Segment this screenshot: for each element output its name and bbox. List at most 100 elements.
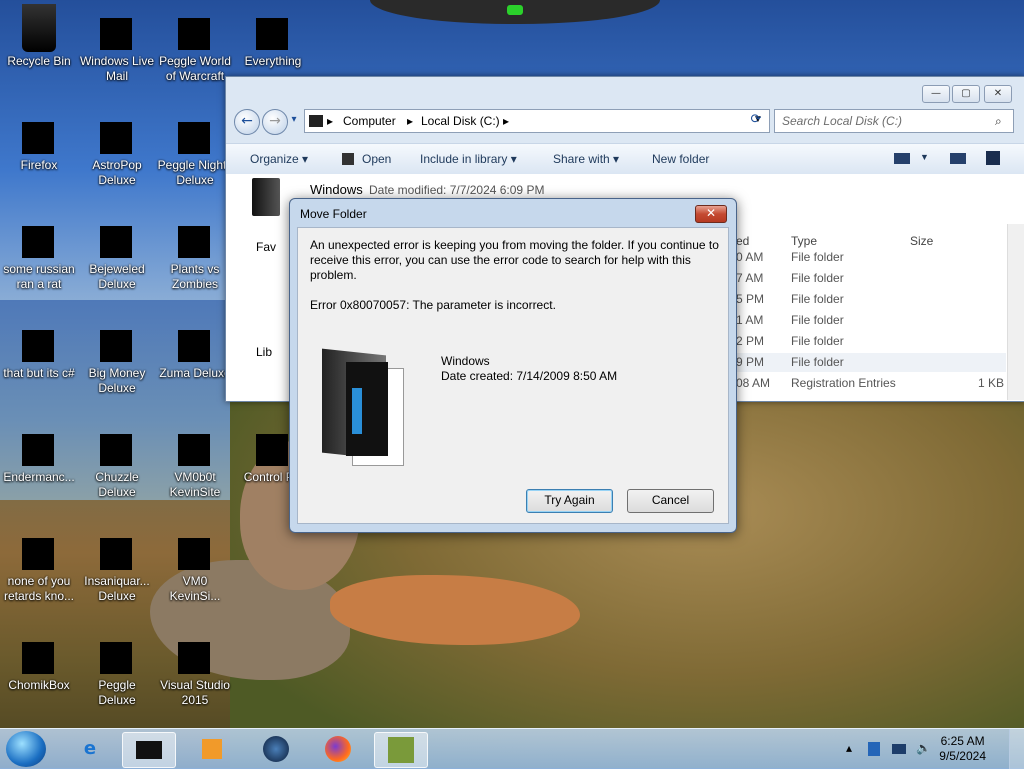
address-row: ← → ▾ ▸ Computer ▸ Local Disk (C:) ▸ ▼ ⟳… <box>234 107 1018 135</box>
program-icon <box>171 524 219 572</box>
item-name: Windows <box>441 354 490 368</box>
preview-pane-icon[interactable] <box>950 153 966 164</box>
program-icon <box>15 316 63 364</box>
cancel-button[interactable]: Cancel <box>627 489 714 513</box>
table-row[interactable]: 5 PM File folder <box>726 290 1006 309</box>
desktop-icon[interactable]: VM0b0t KevinSite <box>156 420 234 500</box>
volume-icon[interactable]: 🔈 <box>916 741 931 755</box>
table-row[interactable]: 9 PM File folder <box>726 353 1006 372</box>
back-button[interactable]: ← <box>234 109 260 135</box>
nav-libraries[interactable]: Lib <box>256 345 272 359</box>
chomikbox-icon <box>15 628 63 676</box>
cell-type: File folder <box>791 250 844 264</box>
desktop-icon-label: that but its c# <box>3 366 75 380</box>
search-input[interactable]: Search Local Disk (C:) ⌕ <box>774 109 1014 133</box>
column-type[interactable]: Type <box>791 234 817 248</box>
desktop-icon[interactable]: Bejeweled Deluxe <box>78 212 156 292</box>
cell-date: 0 AM <box>736 250 764 264</box>
share-with-menu[interactable]: Share with ▾ <box>553 152 619 166</box>
desktop-icon-label: some russian ran a rat <box>3 262 75 291</box>
desktop-icon-label: ChomikBox <box>8 678 70 692</box>
minimize-button[interactable]: — <box>922 85 950 103</box>
desktop-icon[interactable]: AstroPop Deluxe <box>78 108 156 188</box>
column-date[interactable]: ed <box>736 234 749 248</box>
desktop-icon[interactable]: ChomikBox <box>0 628 78 693</box>
table-row[interactable]: 08 AM Registration Entries 1 KB <box>726 374 1006 393</box>
details-item-name: Windows <box>310 182 363 197</box>
desktop-icon[interactable]: Everything <box>234 4 312 69</box>
desktop-icon[interactable]: some russian ran a rat <box>0 212 78 292</box>
vertical-scrollbar[interactable] <box>1007 224 1024 400</box>
help-icon[interactable] <box>986 151 1000 165</box>
pvz-icon <box>171 212 219 260</box>
desktop-icon-label: none of you retards kno... <box>3 574 75 603</box>
desktop-icon[interactable]: VM0 KevinSi... <box>156 524 234 604</box>
cell-type: File folder <box>791 271 844 285</box>
open-button[interactable]: Open <box>362 152 391 166</box>
breadcrumb-local-disk[interactable]: Local Disk (C:) <box>421 114 500 128</box>
desktop-icon-label: Firefox <box>20 158 58 172</box>
desktop-icon[interactable]: Zuma Deluxe <box>156 316 234 381</box>
table-row[interactable]: 2 PM File folder <box>726 332 1006 351</box>
media-player-icon[interactable] <box>186 732 238 766</box>
clock[interactable]: 6:25 AM 9/5/2024 <box>939 734 986 764</box>
desktop-icon[interactable]: Insaniquar... Deluxe <box>78 524 156 604</box>
include-in-library-menu[interactable]: Include in library ▾ <box>420 152 517 166</box>
cell-type: File folder <box>791 334 844 348</box>
internet-explorer-icon[interactable]: e <box>64 732 116 766</box>
desktop-icon[interactable]: Plants vs Zombies <box>156 212 234 292</box>
visual-studio-icon <box>171 628 219 676</box>
start-button[interactable] <box>6 731 46 767</box>
cell-type: Registration Entries <box>791 376 896 390</box>
organize-menu[interactable]: Organize ▾ <box>250 152 308 166</box>
desktop-icon[interactable]: Chuzzle Deluxe <box>78 420 156 500</box>
bigmoney-icon <box>93 316 141 364</box>
dialog-close-button[interactable]: ✕ <box>695 205 727 223</box>
column-size[interactable]: Size <box>910 234 933 248</box>
desktop-icon[interactable]: Windows Live Mail <box>78 4 156 84</box>
network-tray-icon[interactable] <box>868 742 880 756</box>
table-row[interactable]: 0 AM File folder <box>726 248 1006 267</box>
view-icon[interactable] <box>894 153 910 164</box>
program-icon <box>15 420 63 468</box>
show-desktop-button[interactable] <box>1009 729 1024 769</box>
table-row[interactable]: 7 AM File folder <box>726 269 1006 288</box>
desktop-icon[interactable]: Endermanc... <box>0 420 78 485</box>
dialog-title: Move Folder <box>300 207 367 221</box>
desktop-icon[interactable]: Big Money Deluxe <box>78 316 156 396</box>
nav-favorites[interactable]: Fav <box>256 240 276 254</box>
table-row[interactable]: 1 AM File folder <box>726 311 1006 330</box>
desktop-icon-label: Peggle Nights Deluxe <box>157 158 233 187</box>
try-again-button[interactable]: Try Again <box>526 489 613 513</box>
desktop-icon[interactable]: Recycle Bin <box>0 4 78 69</box>
desktop-icon-label: Zuma Deluxe <box>159 366 231 380</box>
recent-pages-icon[interactable]: ▾ <box>288 109 300 133</box>
new-folder-button[interactable]: New folder <box>652 152 709 166</box>
cell-type: File folder <box>791 292 844 306</box>
show-hidden-icons-icon[interactable]: ▴ <box>846 741 852 755</box>
desktop-icon[interactable]: Visual Studio 2015 <box>156 628 234 708</box>
firefox-icon[interactable] <box>312 732 364 766</box>
globe-icon[interactable] <box>250 732 302 766</box>
chomikbox-icon[interactable] <box>374 732 428 768</box>
desktop-icon[interactable]: Peggle Nights Deluxe <box>156 108 234 188</box>
close-button[interactable]: ✕ <box>984 85 1012 103</box>
address-bar[interactable]: ▸ Computer ▸ Local Disk (C:) ▸ ▼ <box>304 109 770 133</box>
search-placeholder: Search Local Disk (C:) <box>782 114 903 128</box>
desktop-icon[interactable]: that but its c# <box>0 316 78 381</box>
desktop-icon[interactable]: Firefox <box>0 108 78 173</box>
breadcrumb-computer[interactable]: Computer <box>343 114 396 128</box>
peggle-icon <box>171 108 219 156</box>
desktop-icon-label: AstroPop Deluxe <box>92 158 142 187</box>
explorer-icon[interactable] <box>122 732 176 768</box>
desktop-icon[interactable]: Peggle World of Warcraft <box>156 4 234 84</box>
desktop-icon[interactable]: Peggle Deluxe <box>78 628 156 708</box>
cell-date: 2 PM <box>736 334 765 348</box>
view-dropdown-icon[interactable]: ▼ <box>920 152 929 162</box>
desktop-icon[interactable]: none of you retards kno... <box>0 524 78 604</box>
monitor-tray-icon[interactable] <box>892 744 906 754</box>
forward-button[interactable]: → <box>262 109 288 135</box>
refresh-icon[interactable]: ⟳ <box>746 109 766 133</box>
maximize-button[interactable]: ▢ <box>952 85 980 103</box>
move-folder-dialog: Move Folder ✕ An unexpected error is kee… <box>289 198 737 533</box>
